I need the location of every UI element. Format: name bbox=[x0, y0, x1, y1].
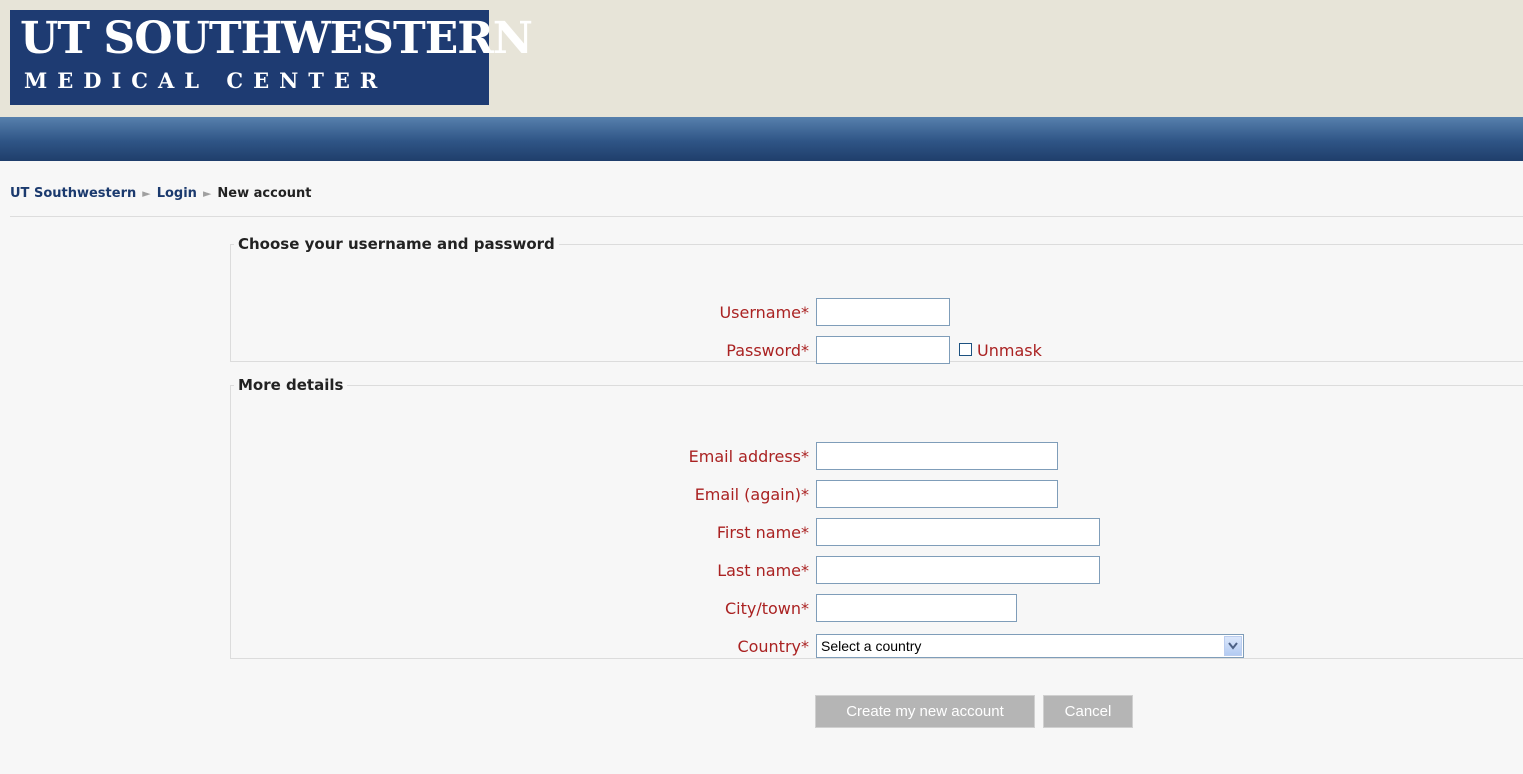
breadcrumb-home-link[interactable]: UT Southwestern bbox=[10, 186, 136, 201]
unmask-label[interactable]: Unmask bbox=[977, 341, 1042, 360]
city-input[interactable] bbox=[816, 594, 1017, 622]
email-input[interactable] bbox=[816, 442, 1058, 470]
cancel-button[interactable]: Cancel bbox=[1043, 695, 1133, 728]
first-name-label: First name* bbox=[716, 523, 809, 542]
last-name-row: Last name* bbox=[231, 556, 1523, 586]
logo-subtitle: MEDICAL CENTER bbox=[24, 68, 388, 93]
breadcrumb-current: New account bbox=[217, 186, 312, 201]
email-again-input[interactable] bbox=[816, 480, 1058, 508]
more-details-section: More details Email address* Email (again… bbox=[230, 376, 1523, 659]
last-name-input[interactable] bbox=[816, 556, 1100, 584]
navigation-bar bbox=[0, 117, 1523, 161]
breadcrumb: UT Southwestern ► Login ► New account bbox=[10, 186, 311, 201]
logo-title: UT SOUTHWESTERN bbox=[20, 13, 533, 64]
email-again-label: Email (again)* bbox=[694, 485, 809, 504]
section-legend: Choose your username and password bbox=[238, 235, 555, 253]
email-label: Email address* bbox=[688, 447, 809, 466]
username-label: Username* bbox=[719, 303, 809, 322]
first-name-row: First name* bbox=[231, 518, 1523, 548]
breadcrumb-separator-icon: ► bbox=[202, 187, 212, 200]
chevron-down-icon[interactable] bbox=[1224, 636, 1242, 656]
password-input[interactable] bbox=[816, 336, 950, 364]
ut-southwestern-logo[interactable]: UT SOUTHWESTERN MEDICAL CENTER bbox=[10, 10, 533, 105]
email-again-row: Email (again)* bbox=[231, 480, 1523, 510]
username-password-section: Choose your username and password Userna… bbox=[230, 235, 1523, 364]
breadcrumb-login-link[interactable]: Login bbox=[157, 186, 197, 201]
password-row: Password* Unmask bbox=[231, 336, 1523, 366]
breadcrumb-separator-icon: ► bbox=[142, 187, 151, 200]
last-name-label: Last name* bbox=[717, 561, 809, 580]
password-label: Password* bbox=[726, 341, 809, 360]
city-row: City/town* bbox=[231, 594, 1523, 624]
email-row: Email address* bbox=[231, 442, 1523, 472]
username-row: Username* bbox=[231, 298, 1523, 328]
unmask-checkbox[interactable] bbox=[959, 343, 972, 356]
country-label: Country* bbox=[737, 637, 809, 656]
city-label: City/town* bbox=[724, 599, 809, 618]
country-select[interactable]: Select a country bbox=[816, 634, 1244, 658]
create-account-button[interactable]: Create my new account bbox=[815, 695, 1035, 728]
country-row: Country* Select a country bbox=[231, 634, 1523, 664]
breadcrumb-divider bbox=[10, 216, 1523, 217]
country-select-value: Select a country bbox=[821, 638, 922, 654]
username-input[interactable] bbox=[816, 298, 950, 326]
section-legend: More details bbox=[238, 376, 344, 394]
first-name-input[interactable] bbox=[816, 518, 1100, 546]
